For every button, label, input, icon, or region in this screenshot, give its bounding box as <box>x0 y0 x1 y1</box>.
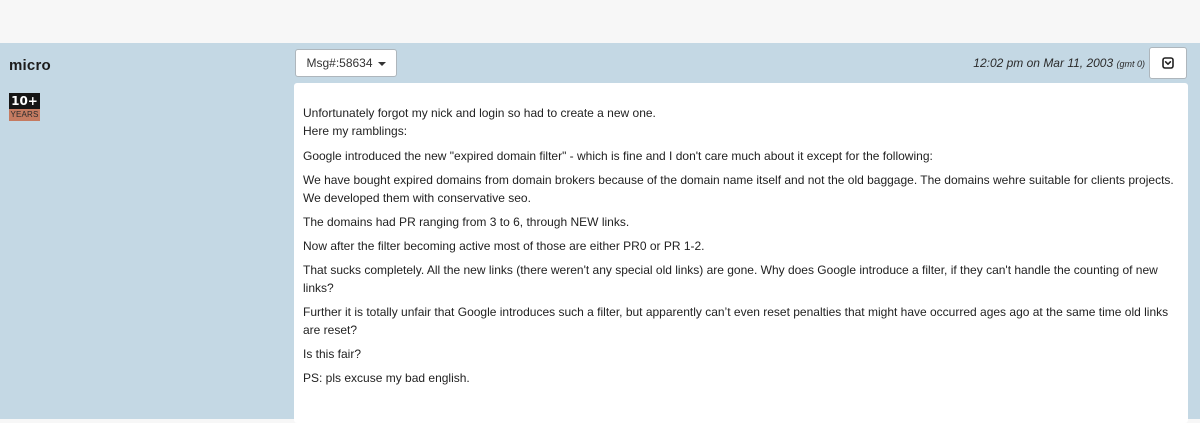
post-menu-button[interactable] <box>1149 47 1187 79</box>
post-time-text: 12:02 pm on Mar 11, 2003 <box>973 56 1114 70</box>
message-id-label: Msg#:58634 <box>306 56 373 70</box>
post-intro: Unfortunately forgot my nick and login s… <box>303 104 1179 140</box>
years-badge-label: YEARS <box>9 109 40 121</box>
post-timestamp: 12:02 pm on Mar 11, 2003 (gmt 0) <box>973 56 1145 70</box>
post-paragraph: Google introduced the new "expired domai… <box>303 149 933 163</box>
post-line: Here my ramblings: <box>303 124 408 138</box>
post-paragraph: The domains had PR ranging from 3 to 6, … <box>303 215 630 229</box>
chevron-down-icon <box>377 62 386 66</box>
dropdown-menu-icon <box>1162 57 1174 69</box>
page-top-bar <box>0 0 1200 43</box>
post-body: Unfortunately forgot my nick and login s… <box>294 83 1188 423</box>
post-paragraph: Now after the filter becoming active mos… <box>303 239 705 253</box>
message-id-dropdown[interactable]: Msg#:58634 <box>295 49 397 77</box>
post-paragraph: Further it is totally unfair that Google… <box>303 305 1169 337</box>
post-paragraph: Is this fair? <box>303 347 362 361</box>
post-timezone: (gmt 0) <box>1116 59 1145 69</box>
author-name[interactable]: micro <box>9 57 51 74</box>
forum-post: micro 10+ YEARS Msg#:58634 12:02 pm on M… <box>0 43 1200 423</box>
member-years-badge: 10+ YEARS <box>9 93 40 121</box>
post-paragraph: We have bought expired domains from doma… <box>303 173 1174 205</box>
years-badge-number: 10+ <box>9 93 40 109</box>
post-line: Unfortunately forgot my nick and login s… <box>303 106 656 120</box>
post-paragraph: That sucks completely. All the new links… <box>303 263 1158 295</box>
post-paragraph: PS: pls excuse my bad english. <box>303 371 470 385</box>
